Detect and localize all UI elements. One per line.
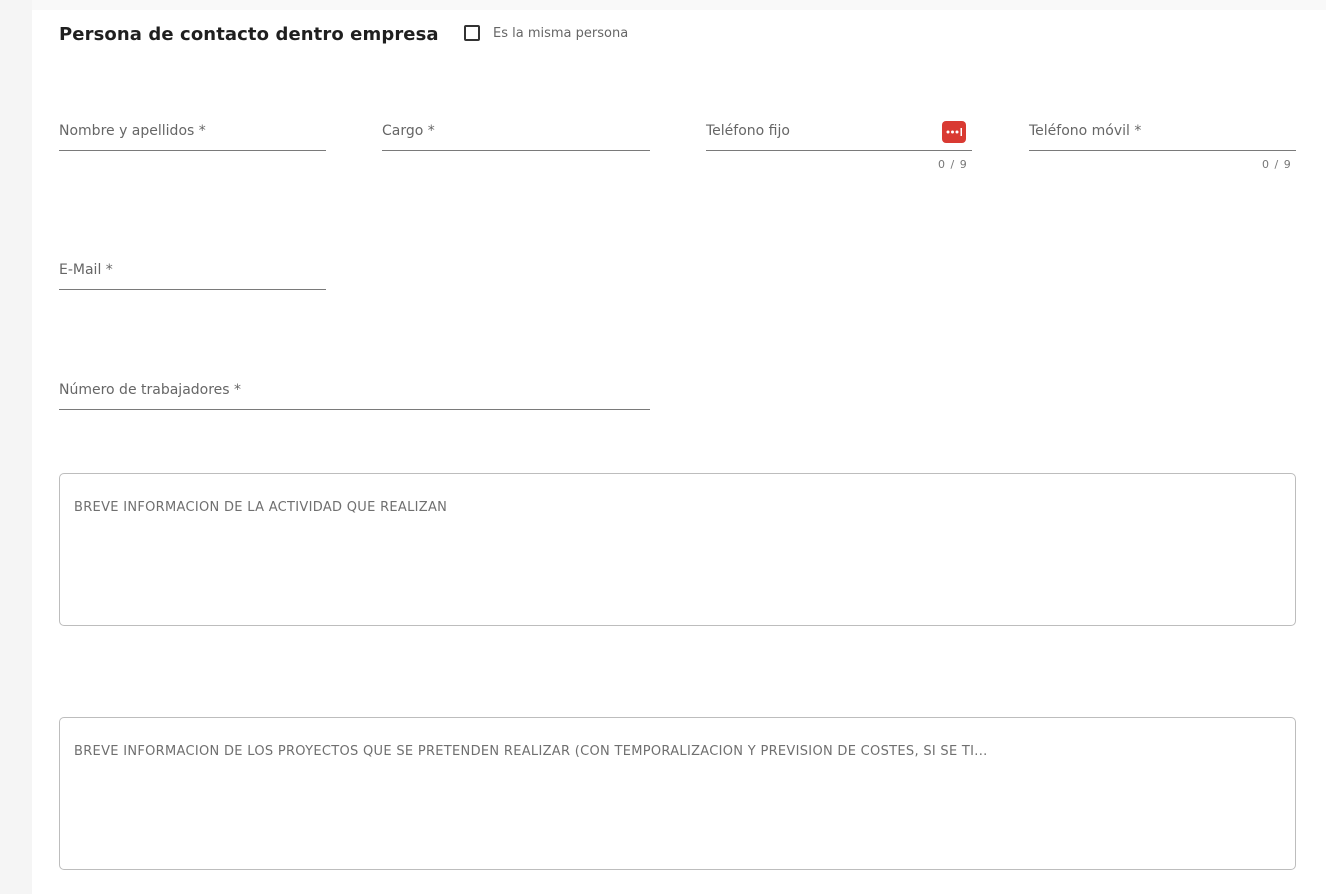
- proyectos-placeholder: BREVE INFORMACIÓN DE LOS PROYECTOS QUE S…: [74, 744, 988, 759]
- numero-trabajadores-field[interactable]: Número de trabajadores *: [59, 380, 650, 410]
- same-person-checkbox[interactable]: [464, 25, 480, 41]
- telefono-movil-field[interactable]: Teléfono móvil *: [1029, 121, 1296, 151]
- telefono-movil-label: Teléfono móvil *: [1029, 123, 1142, 139]
- nombre-apellidos-field[interactable]: Nombre y apellidos *: [59, 121, 326, 151]
- same-person-label: Es la misma persona: [493, 25, 629, 41]
- password-dots-icon[interactable]: [942, 121, 966, 143]
- telefono-fijo-field[interactable]: Teléfono fijo: [706, 121, 972, 151]
- email-field[interactable]: E-Mail *: [59, 260, 326, 290]
- numero-trabajadores-label: Número de trabajadores *: [59, 382, 242, 398]
- same-person-checkbox-control[interactable]: Es la misma persona: [464, 25, 628, 41]
- actividad-placeholder: BREVE INFORMACIÓN DE LA ACTIVIDAD QUE RE…: [74, 500, 448, 515]
- cargo-field[interactable]: Cargo *: [382, 121, 650, 151]
- cargo-label: Cargo *: [382, 123, 435, 139]
- email-label: E-Mail *: [59, 262, 113, 278]
- telefono-fijo-label: Teléfono fijo: [706, 123, 790, 139]
- proyectos-textarea[interactable]: BREVE INFORMACIÓN DE LOS PROYECTOS QUE S…: [59, 717, 1296, 870]
- telefono-fijo-counter: 0 / 9: [938, 158, 968, 171]
- nombre-apellidos-label: Nombre y apellidos *: [59, 123, 206, 139]
- telefono-movil-counter: 0 / 9: [1262, 158, 1292, 171]
- section-title: Persona de contacto dentro empresa: [59, 24, 439, 45]
- page-top-margin: [32, 0, 1326, 10]
- page-left-margin: [0, 0, 32, 894]
- actividad-textarea[interactable]: BREVE INFORMACIÓN DE LA ACTIVIDAD QUE RE…: [59, 473, 1296, 626]
